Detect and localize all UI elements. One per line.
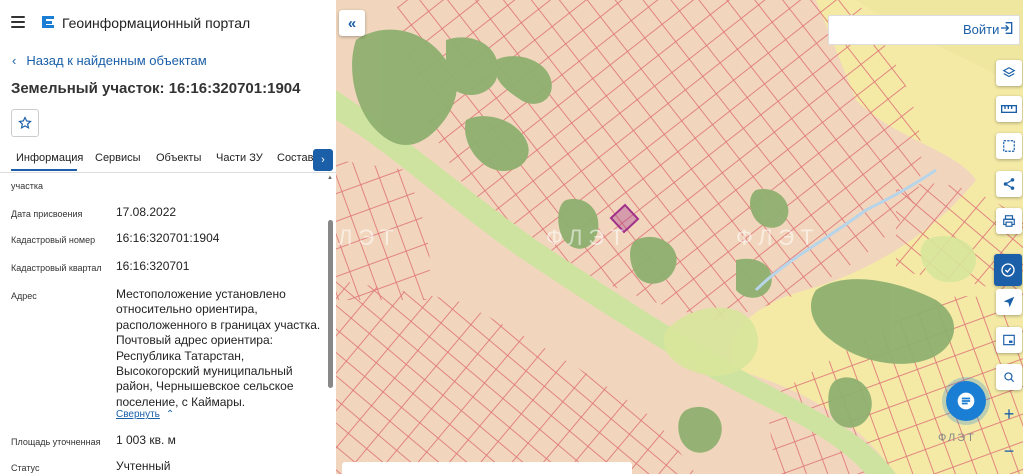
map-watermark: ФЛЭТ (336, 225, 400, 250)
portal-title: Геоинформационный портал (62, 15, 251, 31)
info-row-label: участка (11, 181, 43, 191)
tab-parcel-parts[interactable]: Части ЗУ (216, 152, 263, 164)
chat-fab-button[interactable] (946, 381, 986, 421)
ruler-button[interactable] (996, 96, 1022, 122)
layers-button[interactable] (996, 60, 1022, 86)
print-icon (1003, 215, 1015, 227)
zoom-out-icon: − (1003, 440, 1015, 461)
layers-icon (1002, 67, 1016, 78)
login-button[interactable]: Войти (963, 22, 999, 37)
ruler-icon (1001, 105, 1017, 113)
info-row-label: Статус (11, 463, 40, 473)
brand-watermark: ФЛЭТ (938, 432, 976, 444)
collapse-panel-button[interactable]: « (339, 10, 365, 36)
card-button[interactable] (996, 327, 1022, 353)
chat-button[interactable] (994, 254, 1022, 286)
info-row-value: 17.08.2022 (116, 205, 177, 219)
info-row-value: Местоположение установлено относительно … (116, 287, 321, 409)
info-row-value: 16:16:320701:1904 (116, 231, 220, 245)
tab-services[interactable]: Сервисы (95, 152, 141, 164)
card-icon (1003, 334, 1015, 346)
select-area-button[interactable] (996, 133, 1022, 159)
share-icon (1003, 178, 1015, 190)
tab-bar: Информация Сервисы Объекты Части ЗУ Сост… (0, 148, 336, 173)
chat-icon (1001, 263, 1015, 277)
info-scrollbar[interactable]: ▲ (327, 172, 334, 474)
share-button[interactable] (996, 171, 1022, 197)
locate-icon (1003, 296, 1015, 308)
tab-composition[interactable]: Состав (277, 152, 313, 164)
zoom-out-button[interactable]: − (996, 438, 1022, 464)
address-collapse[interactable]: Свернуть ⌃ (116, 409, 174, 420)
star-icon (18, 116, 32, 130)
locate-button[interactable] (996, 289, 1022, 315)
info-row-label: Кадастровый номер (11, 235, 96, 245)
chevron-up-icon: ⌃ (165, 409, 175, 420)
info-panel: Геоинформационный портал ‹ Назад к найде… (0, 0, 337, 474)
info-table: участка Дата присвоения 17.08.2022 Кадас… (0, 172, 326, 474)
scroll-up-icon[interactable]: ▲ (327, 175, 333, 181)
hamburger-icon[interactable] (11, 16, 25, 28)
info-row-value: 1 003 кв. м (116, 433, 176, 447)
info-row-label: Адрес (11, 291, 37, 301)
map-watermark: ФЛЭТ (736, 225, 820, 250)
zoom-in-icon: + (1003, 403, 1015, 424)
tab-objects[interactable]: Объекты (156, 152, 201, 164)
back-to-results-link[interactable]: ‹ Назад к найденным объектам (12, 53, 207, 68)
chevron-left-icon: ‹ (12, 53, 17, 68)
info-row-value: 16:16:320701 (116, 259, 190, 273)
portal-logo-icon (42, 16, 54, 28)
print-button[interactable] (996, 208, 1022, 234)
tabs-scroll-right-button[interactable]: › (313, 149, 333, 171)
cadastral-map[interactable]: ФЛЭТ ФЛЭТ ФЛЭТ (336, 0, 1023, 474)
back-label: Назад к найденным объектам (26, 53, 207, 68)
parcel-title: Земельный участок: 16:16:320701:1904 (11, 80, 301, 97)
map-canvas[interactable]: ФЛЭТ ФЛЭТ ФЛЭТ (336, 0, 1023, 474)
info-row-label: Кадастровый квартал (11, 263, 102, 273)
select-area-icon (1003, 140, 1015, 152)
collapse-link[interactable]: Свернуть (116, 409, 160, 420)
list-icon (957, 392, 975, 410)
search-area-icon (1004, 372, 1015, 383)
map-watermark: ФЛЭТ (546, 225, 630, 250)
info-row-label: Площадь уточненная (11, 437, 101, 447)
favorite-button[interactable] (11, 109, 39, 137)
zoom-in-button[interactable]: + (996, 401, 1022, 427)
scroll-thumb[interactable] (328, 220, 333, 388)
search-area-button[interactable] (996, 364, 1022, 390)
login-icon[interactable] (999, 20, 1015, 36)
login-bar: Войти (828, 15, 1020, 45)
active-tab-indicator (11, 169, 77, 171)
tab-information[interactable]: Информация (16, 152, 83, 164)
info-row-label: Дата присвоения (11, 209, 83, 219)
info-row-value: Учтенный (116, 459, 171, 473)
